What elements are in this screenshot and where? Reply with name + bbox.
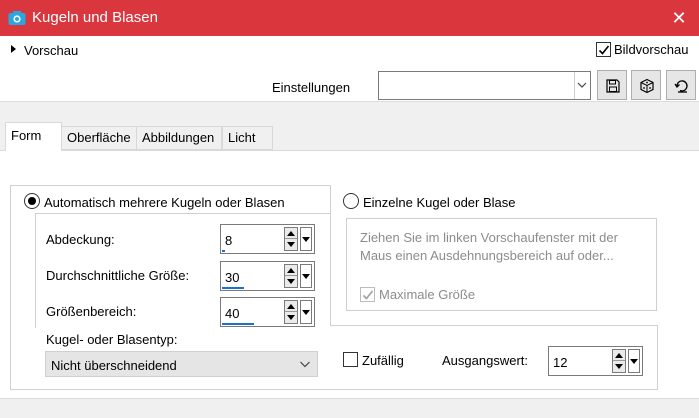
- title-bar: Kugeln und Blasen ✕: [0, 0, 699, 36]
- decrement-arrow-icon[interactable]: [285, 276, 297, 287]
- tab-licht[interactable]: Licht: [222, 126, 273, 150]
- group-frame-top: [10, 185, 331, 186]
- single-bubble-hint: Ziehen Sie im linken Vorschaufenster mit…: [360, 230, 618, 263]
- typ-label: Kugel- oder Blasentyp:: [46, 332, 178, 347]
- randomize-button[interactable]: [631, 70, 661, 100]
- group-frame-mid-h: [330, 325, 658, 326]
- reset-icon: [674, 80, 688, 93]
- abdeckung-value[interactable]: 8: [225, 233, 232, 248]
- decrement-arrow-icon[interactable]: [285, 312, 297, 323]
- abdeckung-label: Abdeckung:: [46, 232, 115, 247]
- radio-dot: [28, 197, 36, 205]
- group-frame-left: [10, 185, 11, 390]
- groessenbereich-stepper[interactable]: [284, 300, 298, 324]
- groessenbereich-level-bar: [222, 323, 254, 325]
- slider-dropdown-icon[interactable]: [628, 349, 640, 373]
- abdeckung-stepper[interactable]: [284, 227, 298, 251]
- window-title: Kugeln und Blasen: [32, 9, 158, 26]
- durchschnitt-spinner[interactable]: 30: [220, 261, 315, 291]
- ausgangswert-label: Ausgangswert:: [442, 353, 528, 368]
- auto-multiple-label[interactable]: Automatisch mehrere Kugeln oder Blasen: [44, 195, 289, 210]
- einstellungen-label: Einstellungen: [272, 80, 351, 95]
- slider-dropdown-icon[interactable]: [300, 227, 312, 251]
- decrement-arrow-icon[interactable]: [285, 239, 297, 250]
- zufaellig-label[interactable]: Zufällig: [362, 353, 404, 368]
- dice-icon: [640, 78, 654, 94]
- durchschnitt-label: Durchschnittliche Größe:: [46, 268, 190, 283]
- durchschnitt-level-bar: [222, 287, 244, 289]
- ausgangswert-value[interactable]: 12: [553, 355, 567, 370]
- durchschnitt-stepper[interactable]: [284, 264, 298, 288]
- einstellungen-dropdown[interactable]: [378, 71, 591, 100]
- divider: [0, 101, 699, 102]
- save-preset-button[interactable]: [597, 70, 627, 100]
- status-bar: [0, 398, 699, 418]
- chevron-down-icon[interactable]: [574, 72, 590, 99]
- zufaellig-checkbox[interactable]: [343, 352, 358, 367]
- group-frame-bottom: [10, 389, 658, 390]
- single-bubble-radio[interactable]: [343, 193, 359, 209]
- checkmark-icon: [362, 290, 374, 300]
- abdeckung-level-bar: [222, 250, 225, 252]
- group-frame-right: [657, 325, 658, 390]
- bildvorschau-checkbox[interactable]: [596, 42, 611, 57]
- floppy-disk-icon: [606, 79, 620, 93]
- preview-toggle[interactable]: Vorschau: [24, 43, 78, 58]
- increment-arrow-icon[interactable]: [285, 228, 297, 239]
- groessenbereich-label: Größenbereich:: [46, 304, 137, 319]
- increment-arrow-icon[interactable]: [613, 350, 625, 361]
- single-bubble-label[interactable]: Einzelne Kugel oder Blase: [363, 195, 520, 210]
- camera-icon: [8, 10, 26, 26]
- slider-dropdown-icon[interactable]: [300, 300, 312, 324]
- typ-dropdown[interactable]: Nicht überschneidend: [45, 351, 318, 377]
- ausgangswert-stepper[interactable]: [612, 349, 626, 373]
- groessenbereich-spinner[interactable]: 40: [220, 297, 315, 327]
- tab-oberflaeche[interactable]: Oberfläche: [61, 126, 137, 150]
- auto-multiple-radio[interactable]: [24, 193, 40, 209]
- decrement-arrow-icon[interactable]: [613, 361, 625, 372]
- durchschnitt-value[interactable]: 30: [225, 270, 239, 285]
- chevron-down-icon: [300, 361, 310, 368]
- tab-abbildungen[interactable]: Abbildungen: [136, 126, 222, 150]
- reset-button[interactable]: [666, 70, 696, 100]
- maximale-groesse-label: Maximale Größe: [379, 287, 476, 302]
- checkmark-icon: [598, 45, 610, 55]
- slider-dropdown-icon[interactable]: [300, 264, 312, 288]
- ausgangswert-spinner[interactable]: 12: [548, 346, 643, 376]
- expand-triangle-icon[interactable]: [11, 45, 16, 53]
- tab-form[interactable]: Form: [5, 122, 62, 151]
- increment-arrow-icon[interactable]: [285, 301, 297, 312]
- abdeckung-spinner[interactable]: 8: [220, 224, 315, 254]
- close-button[interactable]: ✕: [666, 6, 692, 30]
- typ-value: Nicht überschneidend: [51, 358, 177, 373]
- increment-arrow-icon[interactable]: [285, 265, 297, 276]
- groessenbereich-value[interactable]: 40: [225, 306, 239, 321]
- subgroup-left: [35, 213, 36, 328]
- bildvorschau-label[interactable]: Bildvorschau: [614, 42, 688, 57]
- group-frame-mid: [330, 185, 331, 325]
- subgroup-top: [35, 213, 330, 214]
- maximale-groesse-checkbox: [360, 287, 375, 302]
